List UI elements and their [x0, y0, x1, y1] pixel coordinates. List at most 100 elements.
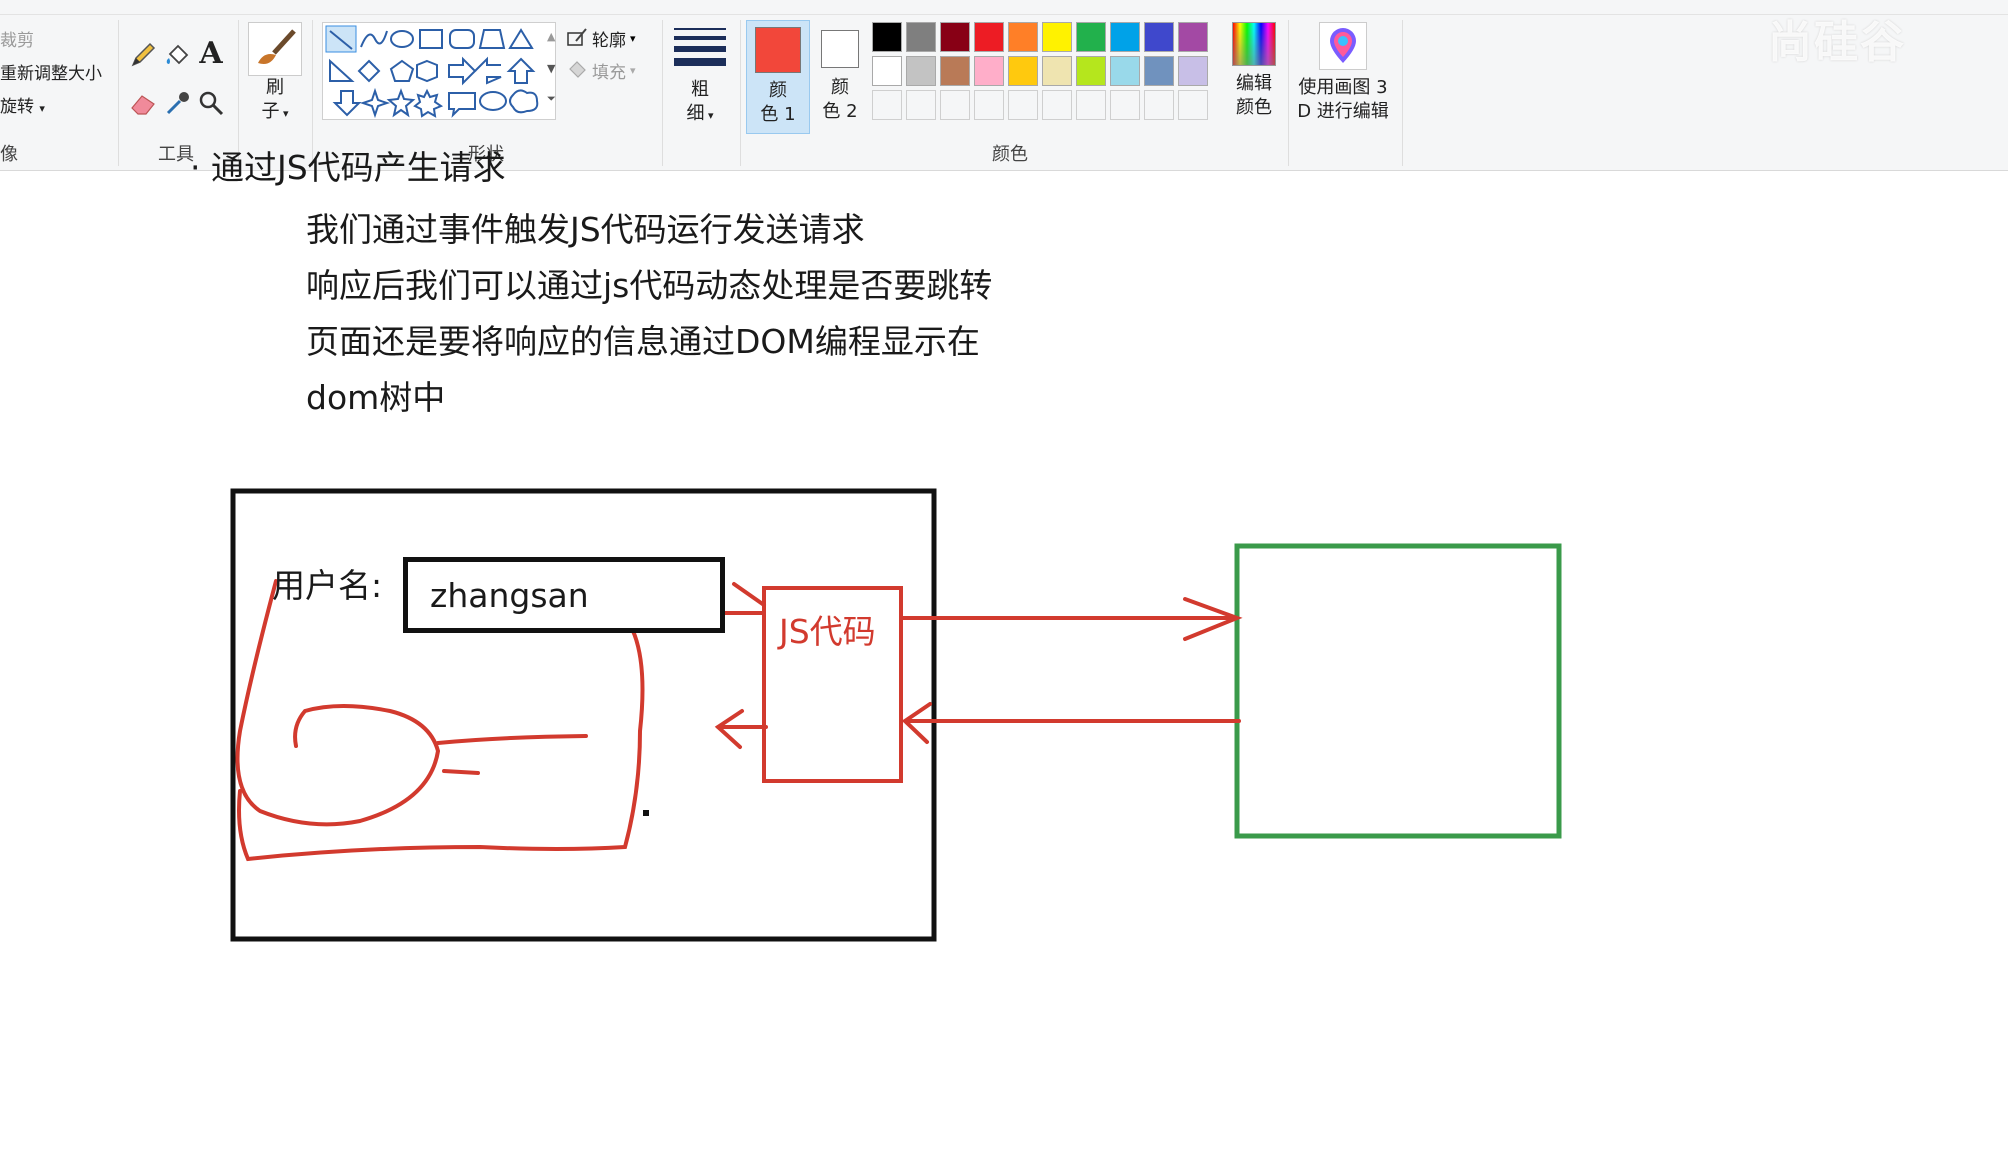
chevron-down-icon: ▾	[630, 32, 636, 45]
color-palette	[872, 22, 1222, 126]
palette-swatch[interactable]	[940, 56, 970, 86]
group-separator	[118, 20, 119, 166]
colors-group-label: 颜色	[992, 144, 1028, 165]
username-input-box: zhangsan	[403, 557, 725, 633]
palette-swatch[interactable]	[940, 22, 970, 52]
chevron-down-icon: ▾	[39, 102, 45, 115]
color1-label-line1: 颜	[769, 80, 787, 101]
group-separator	[1402, 20, 1403, 166]
crop-button[interactable]: 裁剪	[0, 26, 34, 51]
brush-icon	[248, 22, 302, 76]
size-label-line1: 粗	[691, 79, 709, 100]
edit-colors-label-line1: 编辑	[1236, 73, 1272, 94]
paint3d-button[interactable]: 使用画图 3 D 进行编辑	[1292, 22, 1394, 124]
group-separator	[740, 20, 741, 166]
palette-swatch[interactable]	[974, 56, 1004, 86]
color-picker-icon[interactable]	[160, 86, 194, 120]
palette-swatch[interactable]	[940, 90, 970, 120]
palette-swatch[interactable]	[1076, 56, 1106, 86]
palette-swatch[interactable]	[1042, 22, 1072, 52]
palette-swatch[interactable]	[872, 56, 902, 86]
image-group-label: 像	[0, 144, 18, 165]
size-label-line2: 细 ▾	[686, 103, 714, 124]
color1-button[interactable]: 颜 色 1	[746, 20, 810, 134]
rainbow-icon	[1232, 22, 1276, 66]
eraser-icon[interactable]	[126, 86, 160, 120]
edit-colors-button[interactable]: 编辑 颜色	[1222, 22, 1286, 120]
palette-swatch[interactable]	[1008, 90, 1038, 120]
palette-swatch[interactable]	[1144, 90, 1174, 120]
request-arrow	[901, 597, 1243, 641]
size-button[interactable]: 粗 细 ▾	[672, 24, 728, 128]
watermark: 尚硅谷	[1768, 17, 1906, 68]
outline-icon	[566, 27, 588, 51]
fill-label: 填充	[592, 63, 626, 83]
palette-swatch[interactable]	[872, 22, 902, 52]
color2-label-line2: 色 2	[822, 101, 858, 122]
brush-label-line1: 刷	[266, 77, 284, 98]
palette-swatch[interactable]	[1110, 56, 1140, 86]
paint3d-icon	[1319, 22, 1367, 70]
paint3d-label-line1: 使用画图 3	[1298, 77, 1388, 98]
palette-swatch[interactable]	[906, 90, 936, 120]
palette-swatch[interactable]	[1178, 22, 1208, 52]
diagram-drawing	[230, 488, 1562, 942]
brush-button[interactable]: 刷 子 ▾	[246, 22, 304, 126]
palette-swatch[interactable]	[906, 56, 936, 86]
brush-label-line2: 子 ▾	[261, 101, 289, 122]
color1-label-line2: 色 1	[760, 104, 796, 125]
palette-swatch[interactable]	[1144, 22, 1174, 52]
paint3d-label-line2: D 进行编辑	[1297, 101, 1389, 122]
fill-bucket-icon[interactable]	[160, 38, 194, 72]
resize-button[interactable]: 重新调整大小	[0, 59, 102, 84]
palette-swatch[interactable]	[974, 90, 1004, 120]
palette-swatch[interactable]	[1008, 22, 1038, 52]
palette-swatch[interactable]	[1076, 90, 1106, 120]
chevron-down-icon: ▾	[630, 64, 636, 77]
text-icon[interactable]: A	[194, 36, 228, 71]
shapes-scroll-down-icon[interactable]: ▼	[547, 62, 555, 75]
line-width-icon	[674, 28, 726, 72]
shapes-expand-icon[interactable]: ⏷	[547, 92, 556, 106]
color1-swatch	[755, 27, 801, 73]
group-separator	[1288, 20, 1289, 166]
rotate-button[interactable]: 旋转 ▾	[0, 92, 45, 117]
palette-swatch[interactable]	[1110, 22, 1140, 52]
outline-label: 轮廓	[592, 31, 626, 51]
palette-swatch[interactable]	[1076, 22, 1106, 52]
magnifier-icon[interactable]	[194, 86, 228, 120]
freehand-stroke	[436, 734, 588, 775]
stray-dot	[643, 810, 649, 816]
color2-swatch	[821, 30, 859, 68]
palette-swatch[interactable]	[906, 22, 936, 52]
group-separator	[662, 20, 663, 166]
palette-swatch[interactable]	[872, 90, 902, 120]
color2-label-line1: 颜	[831, 77, 849, 98]
palette-swatch[interactable]	[1144, 56, 1174, 86]
rotate-label: 旋转	[0, 97, 34, 117]
palette-swatch[interactable]	[1042, 56, 1072, 86]
palette-swatch[interactable]	[1042, 90, 1072, 120]
palette-swatch[interactable]	[1110, 90, 1140, 120]
edit-colors-label-line2: 颜色	[1236, 97, 1272, 118]
shapes-scroll-up-icon[interactable]: ▲	[547, 30, 555, 43]
js-to-page-arrow	[714, 709, 768, 749]
fill-icon	[566, 59, 588, 83]
shapes-gallery[interactable]	[322, 22, 556, 120]
response-arrow	[901, 702, 1241, 744]
tools-group-label: 工具	[158, 144, 194, 165]
server-box	[1234, 543, 1562, 839]
palette-swatch[interactable]	[1178, 56, 1208, 86]
palette-swatch[interactable]	[1008, 56, 1038, 86]
drawing-canvas[interactable]: · 通过JS代码产生请求 我们通过事件触发JS代码运行发送请求 响应后我们可以通…	[0, 148, 2008, 1152]
username-value: zhangsan	[430, 576, 589, 615]
color2-button[interactable]: 颜 色 2	[812, 20, 868, 124]
fill-button[interactable]: 填充 ▾	[566, 58, 636, 83]
ribbon-top-border	[0, 14, 2008, 15]
pencil-icon[interactable]	[126, 38, 160, 72]
outline-button[interactable]: 轮廓 ▾	[566, 26, 636, 51]
js-code-label: JS代码	[779, 612, 876, 651]
username-label: 用户名:	[272, 566, 383, 605]
palette-swatch[interactable]	[974, 22, 1004, 52]
palette-swatch[interactable]	[1178, 90, 1208, 120]
